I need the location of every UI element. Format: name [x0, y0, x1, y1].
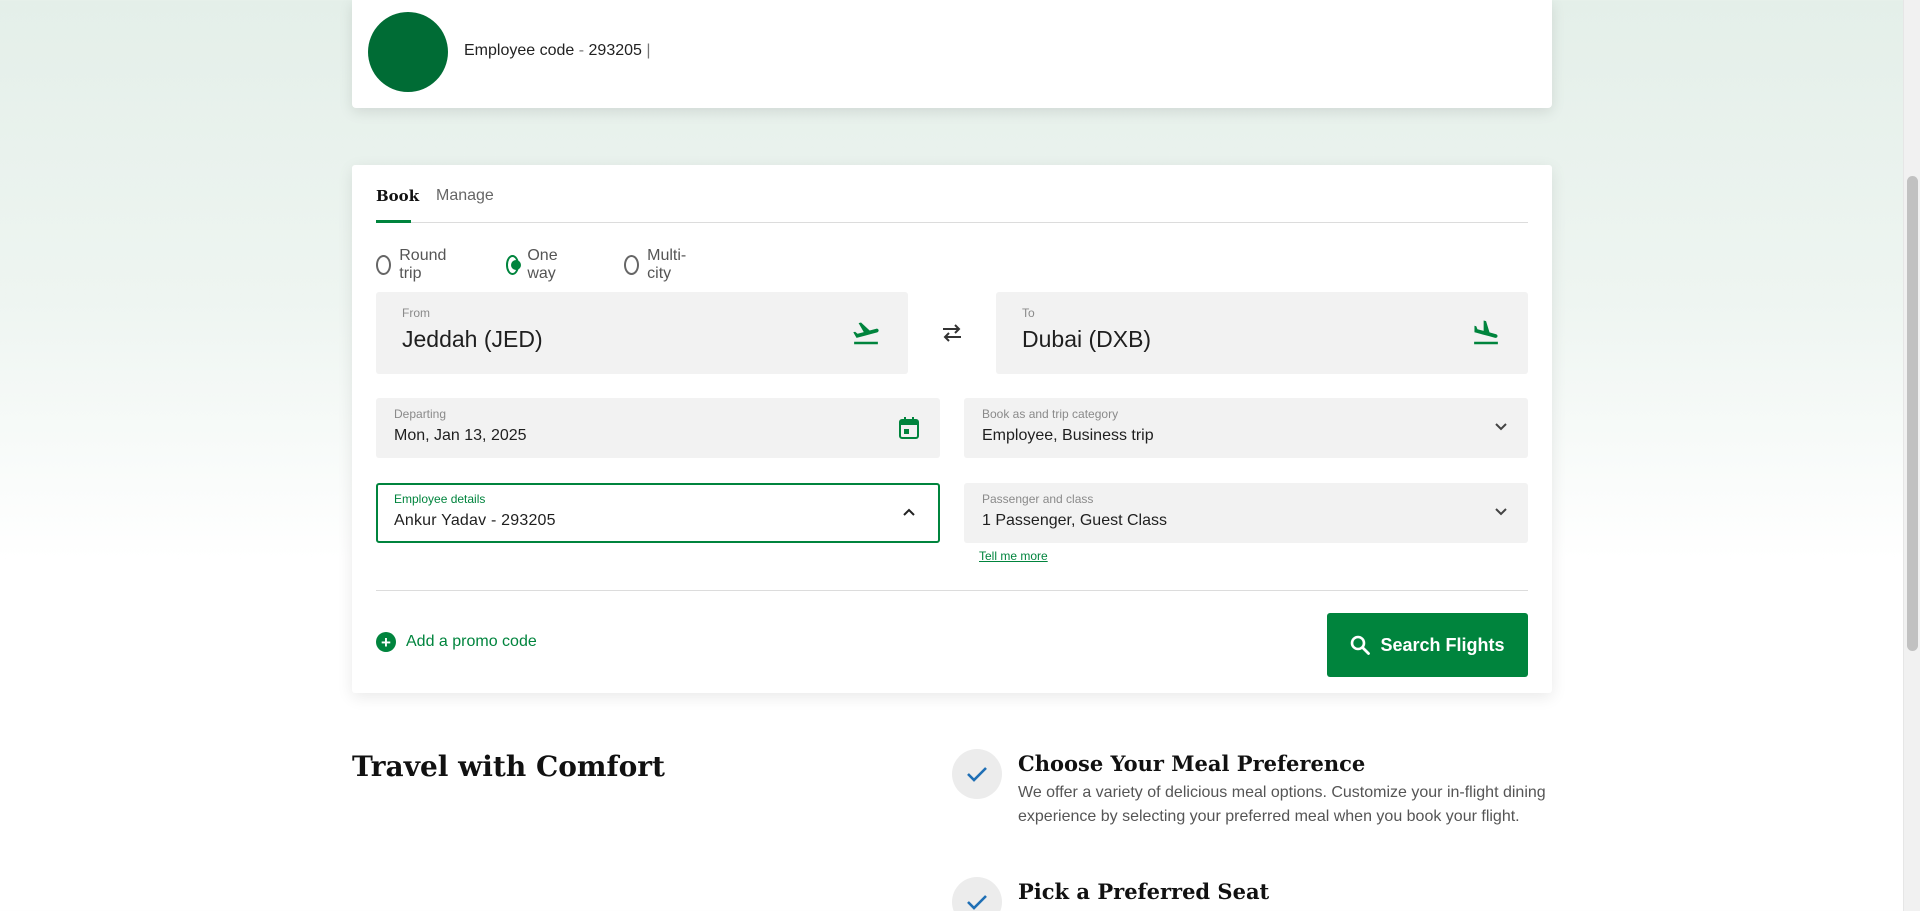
tab-book[interactable]: Book — [376, 187, 419, 205]
tell-me-more-link[interactable]: Tell me more — [979, 549, 1048, 563]
plane-takeoff-icon — [853, 322, 879, 345]
text-cursor: | — [646, 42, 651, 59]
radio-round-trip[interactable]: Round trip — [376, 247, 451, 283]
feature-title: Choose Your Meal Preference — [1018, 751, 1366, 776]
trip-category-label: Book as and trip category — [982, 407, 1119, 421]
promo-label: Add a promo code — [406, 633, 537, 650]
from-field[interactable]: From Jeddah (JED) — [376, 292, 908, 374]
radio-label: Multi-city — [647, 247, 687, 282]
departing-value: Mon, Jan 13, 2025 — [394, 427, 527, 444]
swap-icon[interactable] — [940, 323, 964, 343]
to-value: Dubai (DXB) — [1022, 326, 1152, 352]
departing-field[interactable]: Departing Mon, Jan 13, 2025 — [376, 398, 940, 458]
chevron-down-icon — [1495, 423, 1507, 431]
search-flights-button[interactable]: Search Flights — [1327, 613, 1528, 677]
checkmark-icon — [952, 877, 1002, 911]
employee-card: Employee code - 293205 | — [352, 0, 1552, 108]
travel-with-comfort-heading: Travel with Comfort — [352, 750, 665, 783]
feature-title: Pick a Preferred Seat — [1018, 879, 1270, 904]
tab-bar: Book Manage — [376, 165, 1528, 223]
radio-circle — [376, 255, 392, 275]
employee-code: Employee code - 293205 | — [464, 42, 651, 60]
feature-description: We offer a variety of delicious meal opt… — [1018, 784, 1546, 825]
passenger-class-value: 1 Passenger, Guest Class — [982, 512, 1167, 529]
divider — [376, 590, 1528, 591]
to-label: To — [1022, 306, 1035, 320]
radio-circle — [624, 255, 640, 275]
trip-category-value: Employee, Business trip — [982, 427, 1154, 444]
employee-code-separator: - — [578, 42, 585, 59]
radio-label: Round trip — [399, 247, 447, 282]
passenger-class-label: Passenger and class — [982, 492, 1094, 506]
chevron-up-icon — [903, 508, 915, 516]
employee-code-label: Employee code — [464, 42, 575, 59]
plane-landing-icon — [1474, 320, 1498, 345]
tab-manage[interactable]: Manage — [436, 187, 494, 205]
radio-multi-city[interactable]: Multi-city — [624, 247, 691, 283]
chevron-down-icon — [1495, 508, 1507, 516]
radio-one-way[interactable]: One way — [506, 247, 564, 283]
to-field[interactable]: To Dubai (DXB) — [996, 292, 1528, 374]
search-icon — [1351, 635, 1371, 655]
trip-category-select[interactable]: Book as and trip category Employee, Busi… — [964, 398, 1528, 458]
add-promo-code-button[interactable]: + Add a promo code — [376, 632, 537, 652]
employee-details-select[interactable]: Employee details Ankur Yadav - 293205 — [376, 483, 940, 543]
search-flights-label: Search Flights — [1380, 634, 1505, 655]
active-tab-indicator — [376, 220, 411, 223]
scrollbar-thumb[interactable] — [1907, 176, 1918, 651]
departing-label: Departing — [394, 407, 447, 421]
avatar — [368, 12, 448, 92]
from-label: From — [402, 306, 430, 320]
radio-circle — [506, 255, 522, 275]
radio-label: One way — [527, 247, 558, 282]
plus-circle-icon: + — [376, 632, 396, 652]
employee-details-value: Ankur Yadav - 293205 — [394, 512, 556, 529]
booking-panel: Book Manage Round trip One way Multi-cit… — [352, 165, 1552, 693]
checkmark-icon — [952, 749, 1002, 799]
employee-details-label: Employee details — [394, 492, 486, 506]
passenger-class-select[interactable]: Passenger and class 1 Passenger, Guest C… — [964, 483, 1528, 543]
from-value: Jeddah (JED) — [402, 326, 543, 352]
employee-code-value: 293205 — [588, 42, 642, 59]
page-scrollbar[interactable] — [1903, 0, 1920, 911]
calendar-icon — [899, 417, 919, 439]
